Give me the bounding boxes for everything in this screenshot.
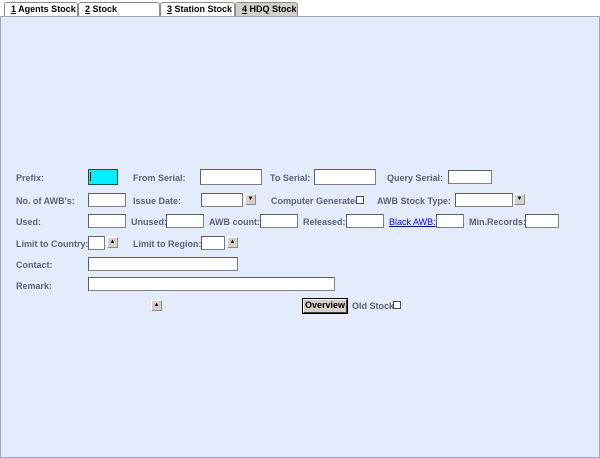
prefix-input[interactable]: [88, 169, 118, 185]
prefix-label: Prefix:: [16, 173, 45, 183]
limit-to-region-label: Limit to Region:: [133, 239, 202, 249]
used-label: Used:: [16, 217, 42, 227]
issue-date-dropdown-icon[interactable]: ▼: [245, 194, 256, 205]
remark-label: Remark:: [16, 281, 53, 291]
to-serial-input[interactable]: [314, 169, 376, 185]
awb-stock-type-label: AWB Stock Type:: [377, 196, 451, 206]
min-records-label: Min.Records:: [469, 217, 527, 227]
unused-label: Unused:: [131, 217, 167, 227]
released-label: Released:: [303, 217, 346, 227]
issue-date-label: Issue Date:: [133, 196, 182, 206]
overview-button[interactable]: Overview: [303, 299, 347, 313]
awb-stock-type-select[interactable]: [455, 193, 513, 207]
no-of-awbs-input[interactable]: [88, 193, 126, 207]
query-serial-label: Query Serial:: [387, 173, 444, 183]
contact-label: Contact:: [16, 260, 53, 270]
awb-count-input[interactable]: [260, 214, 298, 228]
tab-agents-stock[interactable]: 1 Agents Stock: [4, 2, 78, 16]
issue-date-select[interactable]: [201, 193, 243, 207]
tab-station-stock[interactable]: 3 Station Stock: [160, 2, 235, 16]
remark-input[interactable]: [88, 277, 335, 291]
old-stock-label: Old Stock: [352, 301, 395, 311]
computer-generated-label: Computer Generated: [271, 196, 361, 206]
tab-hdq-stock[interactable]: 4 HDQ Stock: [235, 2, 298, 16]
black-awb-input[interactable]: [436, 214, 464, 228]
awb-count-label: AWB count:: [209, 217, 260, 227]
limit-to-region-spin-icon[interactable]: ▲: [227, 237, 238, 248]
no-of-awbs-label: No. of AWB's:: [16, 196, 75, 206]
unused-input[interactable]: [166, 214, 204, 228]
tab-label: HDQ Stock: [247, 4, 297, 14]
scroll-up-icon[interactable]: ▲: [151, 300, 162, 311]
limit-to-country-input[interactable]: [88, 236, 105, 250]
tab-label: Station Stock: [172, 4, 233, 14]
awb-stock-type-dropdown-icon[interactable]: ▼: [514, 194, 525, 205]
to-serial-label: To Serial:: [270, 173, 311, 183]
min-records-input[interactable]: [525, 214, 559, 228]
tab-label: Agents Stock: [16, 4, 76, 14]
released-input[interactable]: [346, 214, 384, 228]
limit-to-country-label: Limit to Country:: [16, 239, 89, 249]
old-stock-checkbox[interactable]: [393, 301, 401, 309]
black-awb-link[interactable]: Black AWB:: [389, 217, 436, 228]
contact-input[interactable]: [88, 257, 238, 271]
used-input[interactable]: [88, 214, 126, 228]
from-serial-input[interactable]: [200, 169, 262, 185]
tab-bar: 1 Agents Stock 2 Stock Overview 3 Statio…: [0, 0, 600, 27]
limit-to-country-spin-icon[interactable]: ▲: [107, 237, 118, 248]
hdq-stock-panel: Prefix: From Serial: To Serial: Query Se…: [0, 16, 600, 458]
limit-to-region-input[interactable]: [201, 236, 225, 250]
query-serial-input[interactable]: [448, 170, 492, 184]
computer-generated-checkbox[interactable]: [356, 196, 364, 204]
from-serial-label: From Serial:: [133, 173, 186, 183]
tab-stock-overview[interactable]: 2 Stock Overview: [78, 2, 160, 27]
text-caret: [90, 172, 91, 181]
